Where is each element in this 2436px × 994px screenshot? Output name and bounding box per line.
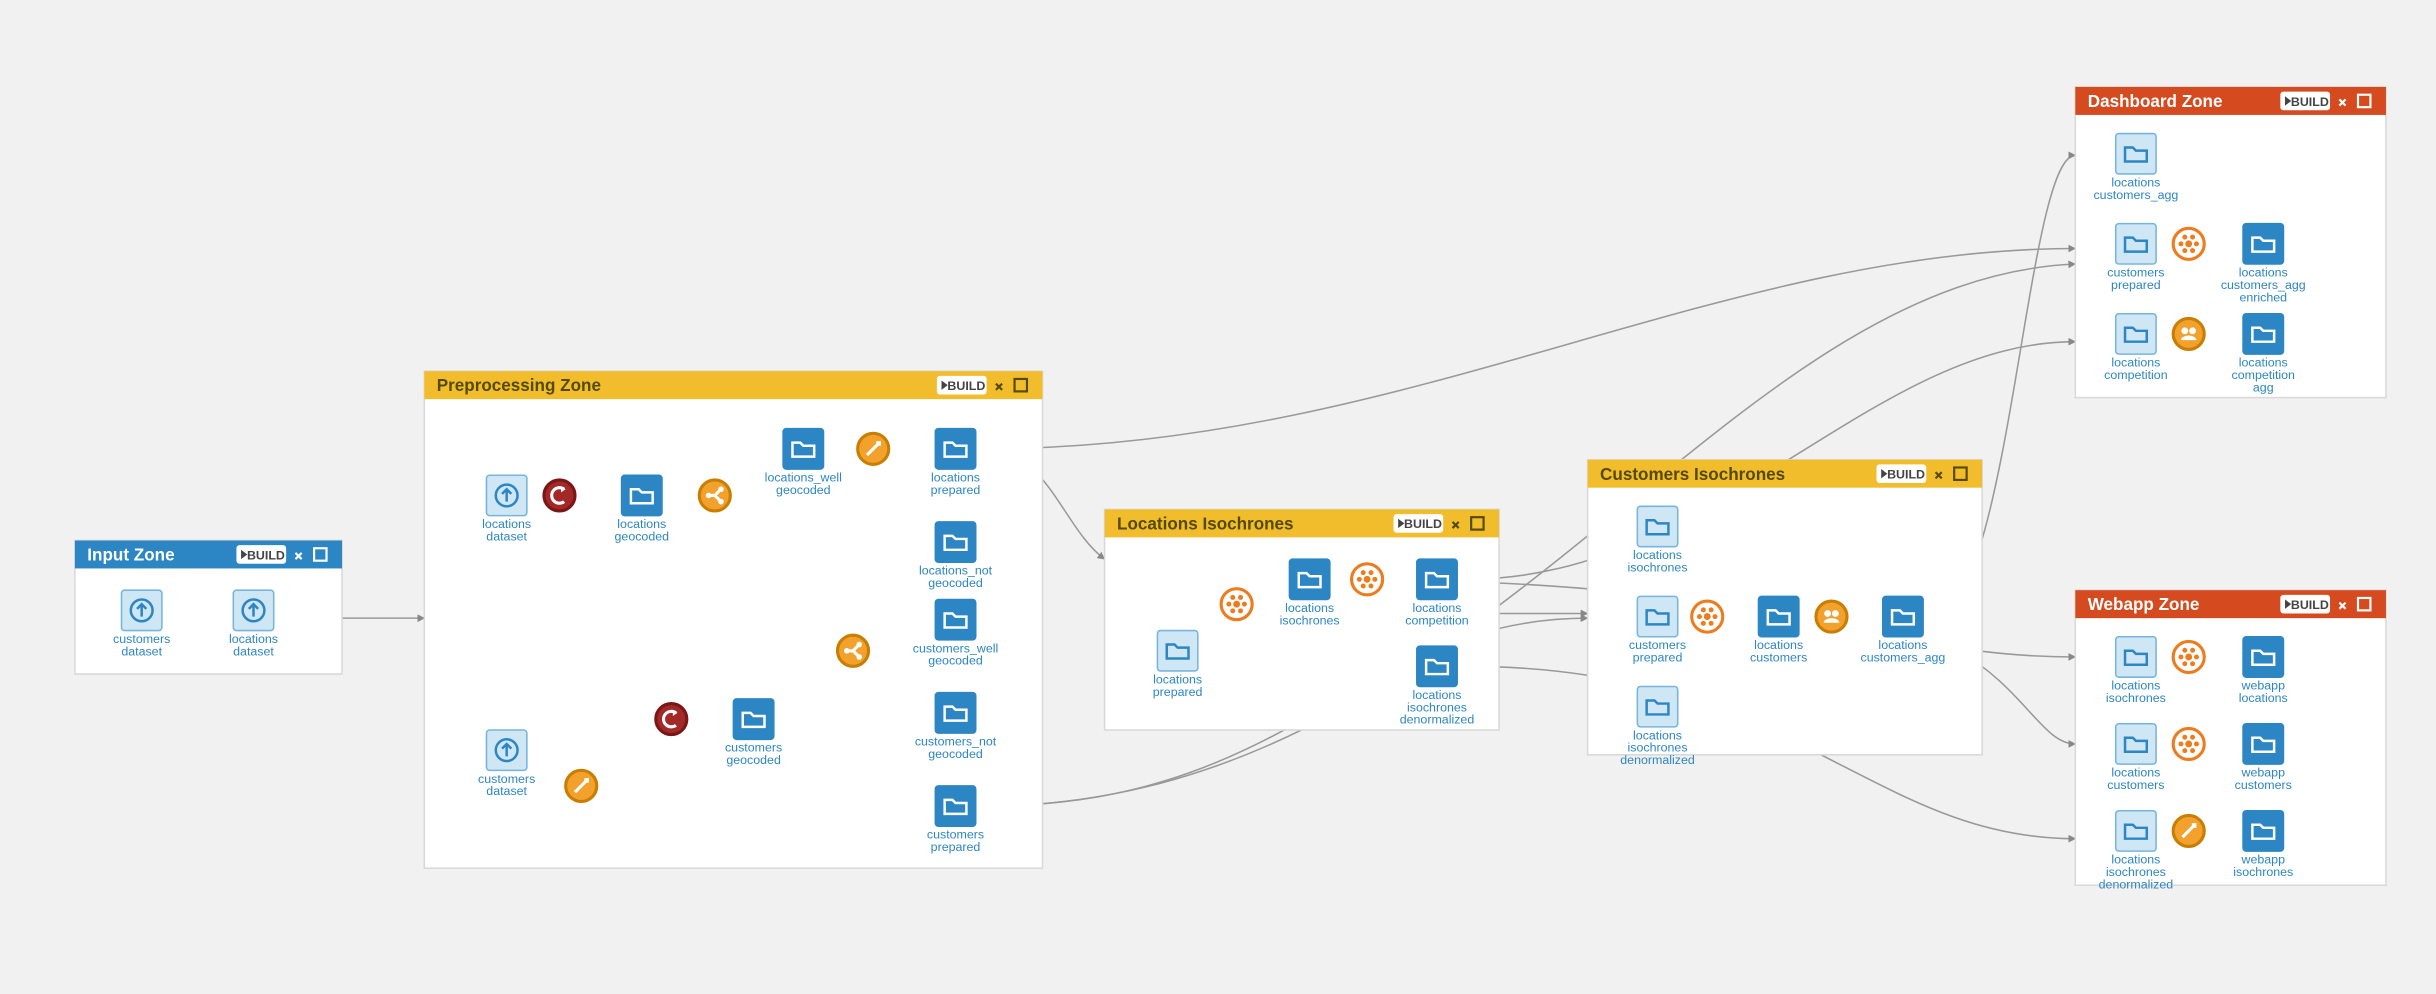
node-label: geocoded: [726, 753, 781, 767]
node-label: geocoded: [928, 747, 983, 761]
node-r_loc_geo[interactable]: [544, 480, 575, 511]
node-r_dash1[interactable]: [2173, 228, 2204, 259]
node-label: isochrones: [1628, 561, 1688, 575]
zone-input: Input Zone BUILD customersdataset locations…: [75, 540, 342, 674]
node-c_cust_prep[interactable]: customersprepared: [1629, 596, 1686, 664]
flow-edge: [985, 249, 2075, 449]
node-p_customers_dataset[interactable]: customersdataset: [478, 730, 535, 798]
build-label: BUILD: [247, 548, 285, 562]
node-r_w1[interactable]: [2173, 641, 2204, 672]
build-label: BUILD: [1404, 517, 1442, 531]
node-locations_dataset[interactable]: locationsdataset: [229, 590, 278, 658]
node-r_dash2[interactable]: [2173, 318, 2204, 349]
node-label: competition: [1405, 613, 1469, 627]
build-label: BUILD: [2291, 95, 2329, 109]
node-w_cust[interactable]: webappcustomers: [2235, 724, 2292, 792]
node-label: denormalized: [1620, 753, 1695, 767]
zone-title: Preprocessing Zone: [437, 376, 601, 395]
plugin-icon: [2185, 741, 2192, 748]
zone-custiso: Customers IsochronesBUILDlocationsisochr…: [1588, 460, 1982, 767]
zone-title: Customers Isochrones: [1600, 465, 1785, 484]
node-label: customers: [2107, 778, 2164, 792]
node-label: customers_agg: [1861, 651, 1946, 665]
node-p_loc_prepared[interactable]: locationsprepared: [931, 429, 981, 497]
zone-title: Dashboard Zone: [2088, 92, 2223, 111]
node-r_cust_iso[interactable]: [1692, 601, 1723, 632]
node-label: geocoded: [615, 529, 670, 543]
node-label: prepared: [1633, 651, 1683, 665]
build-label: BUILD: [2291, 598, 2329, 612]
zone-title: Webapp Zone: [2088, 595, 2200, 614]
node-label: dataset: [486, 784, 527, 798]
node-l_loc_prepared[interactable]: locationsprepared: [1153, 631, 1203, 699]
node-r_w3[interactable]: [2173, 815, 2204, 846]
plugin-icon: [1704, 613, 1711, 620]
plugin-icon: [2185, 654, 2192, 661]
node-label: competition: [2104, 368, 2168, 382]
node-r_agg[interactable]: [1816, 601, 1847, 632]
flow-canvas[interactable]: Input ZoneBUILDcustomersdatasetlocations…: [0, 0, 2436, 994]
node-label: prepared: [931, 840, 981, 854]
node-label: enriched: [2239, 290, 2287, 304]
plugin-icon: [2185, 240, 2192, 247]
node-r_loc_prep[interactable]: [858, 433, 889, 464]
node-label: dataset: [233, 644, 274, 658]
plugin-icon: [1233, 601, 1240, 608]
node-label: denormalized: [1400, 713, 1475, 727]
node-label: prepared: [2111, 278, 2161, 292]
node-r_loc_comp[interactable]: [1352, 564, 1383, 595]
node-p_locations_dataset[interactable]: locationsdataset: [482, 475, 531, 543]
node-r_loc_iso[interactable]: [1221, 589, 1252, 620]
node-label: prepared: [1153, 685, 1203, 699]
node-c_loc_cust[interactable]: locationscustomers: [1750, 596, 1807, 664]
zone-dash: Dashboard ZoneBUILDlocationscustomers_ag…: [2075, 87, 2386, 398]
zone-lociso: Locations Isochrones BUILD locationsprepar…: [1105, 509, 1499, 730]
node-w_loc[interactable]: webapplocations: [2239, 637, 2288, 705]
node-w_loc_cust[interactable]: locationscustomers: [2107, 724, 2164, 792]
node-label: agg: [2253, 380, 2274, 394]
node-label: geocoded: [928, 576, 983, 590]
node-r_cust_geo[interactable]: [656, 704, 687, 735]
node-label: locations: [2239, 691, 2288, 705]
node-label: geocoded: [928, 654, 983, 668]
node-label: dataset: [486, 529, 527, 543]
node-r_w2[interactable]: [2173, 728, 2204, 759]
zone-webapp: Webapp Zone BUILD locations isochrones webap…: [2075, 590, 2386, 891]
node-r_loc_split[interactable]: [699, 480, 730, 511]
node-customers_dataset[interactable]: customersdataset: [113, 590, 170, 658]
node-r_cust_split[interactable]: [837, 635, 868, 666]
node-r_cust_prep[interactable]: [566, 770, 597, 801]
plugin-icon: [1364, 576, 1371, 583]
node-label: isochrones: [1280, 613, 1340, 627]
node-label: geocoded: [776, 483, 831, 497]
node-label: customers_agg: [2093, 188, 2178, 202]
node-p_cust_prepared[interactable]: customersprepared: [927, 786, 984, 854]
zone-title: Input Zone: [87, 546, 174, 565]
zone-preproc: Preprocessing Zone BUILD locationsdataset l…: [424, 371, 1042, 868]
node-label: customers: [1750, 651, 1807, 665]
node-label: customers: [2235, 778, 2292, 792]
node-p_locations_geocoded[interactable]: locationsgeocoded: [615, 475, 670, 543]
node-label: isochrones: [2106, 691, 2166, 705]
node-label: prepared: [931, 483, 981, 497]
zone-title: Locations Isochrones: [1117, 514, 1294, 533]
build-label: BUILD: [947, 379, 985, 393]
build-label: BUILD: [1887, 468, 1925, 482]
node-d_cust_prep[interactable]: customersprepared: [2107, 224, 2164, 292]
node-label: dataset: [121, 644, 162, 658]
node-label: denormalized: [2099, 877, 2174, 891]
node-p_customers_geocoded[interactable]: customersgeocoded: [725, 699, 782, 767]
node-label: isochrones: [2233, 865, 2293, 879]
